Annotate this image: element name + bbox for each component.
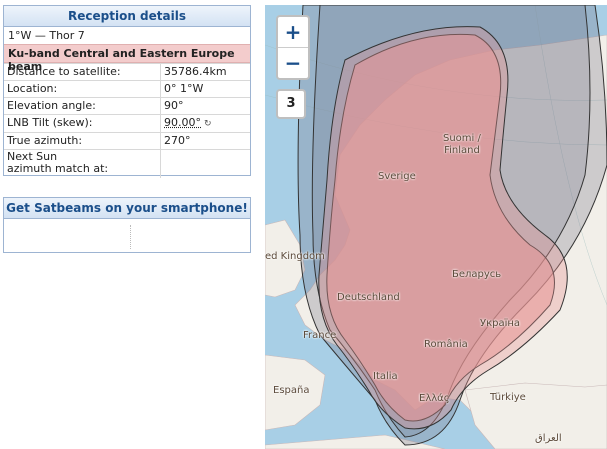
map-label-turkey: Türkiye [490,392,526,403]
table-row: LNB Tilt (skew): 90.00° ↻ [4,114,250,133]
reception-details-table: Distance to satellite: 35786.4km Locatio… [4,63,250,178]
row-value: 35786.4km [160,63,250,81]
map-label-iraq: العراق [535,433,562,444]
row-label: Next Sun azimuth match at: [4,149,161,178]
row-label: LNB Tilt (skew): [4,114,161,133]
map-label-ukraine: Україна [480,318,521,329]
row-label: True azimuth: [4,132,161,150]
row-value: 90.00° ↻ [160,114,250,133]
row-value [160,149,250,178]
rotate-icon[interactable]: ↻ [204,117,212,131]
reception-details-panel: Reception details 1°W — Thor 7 Ku-band C… [3,5,251,178]
row-value: 0° 1°W [160,80,250,98]
table-row: Next Sun azimuth match at: [4,149,250,178]
map-label-greece: Ελλάς [419,393,450,404]
zoom-out-button[interactable]: − [278,47,308,78]
map-label-spain: España [273,385,310,396]
lnb-skew-value[interactable]: 90.00° [164,116,201,129]
map-label-romania: România [424,339,468,350]
beam-name: Ku-band Central and Eastern Europe beam [4,44,250,73]
row-label: Location: [4,80,161,98]
map-label-italy: Italia [373,371,398,382]
satellite-name: 1°W — Thor 7 [8,29,85,42]
row-value: 270° [160,132,250,150]
map-canvas [265,5,607,449]
smartphone-title[interactable]: Get Satbeams on your smartphone! [4,198,250,219]
map-label-sweden: Sverige [378,171,416,182]
zoom-in-button[interactable]: + [278,17,308,47]
map-label-belarus: Беларусь [452,269,502,280]
map-label-germany: Deutschland [337,292,400,303]
contour-level-button[interactable]: 3 [276,89,306,119]
row-value: 90° [160,97,250,115]
reception-details-title: Reception details [4,6,250,27]
map-label-france: France [303,330,337,341]
map-label-finland: Suomi / Finland [443,133,481,156]
table-row: Location: 0° 1°W [4,80,250,98]
table-row: Distance to satellite: 35786.4km [4,63,250,81]
table-row: Elevation angle: 90° [4,97,250,115]
smartphone-badges-area [4,219,250,253]
row-label: Distance to satellite: [4,63,161,81]
zoom-control: + − [276,15,310,80]
table-row: True azimuth: 270° [4,132,250,150]
divider [130,225,131,249]
row-label: Elevation angle: [4,97,161,115]
map-label-uk: ed Kingdom [265,251,325,262]
coverage-map[interactable]: + − 3 Suomi / Finland Sverige ed Kingdom… [265,5,607,449]
smartphone-panel: Get Satbeams on your smartphone! [3,197,251,253]
